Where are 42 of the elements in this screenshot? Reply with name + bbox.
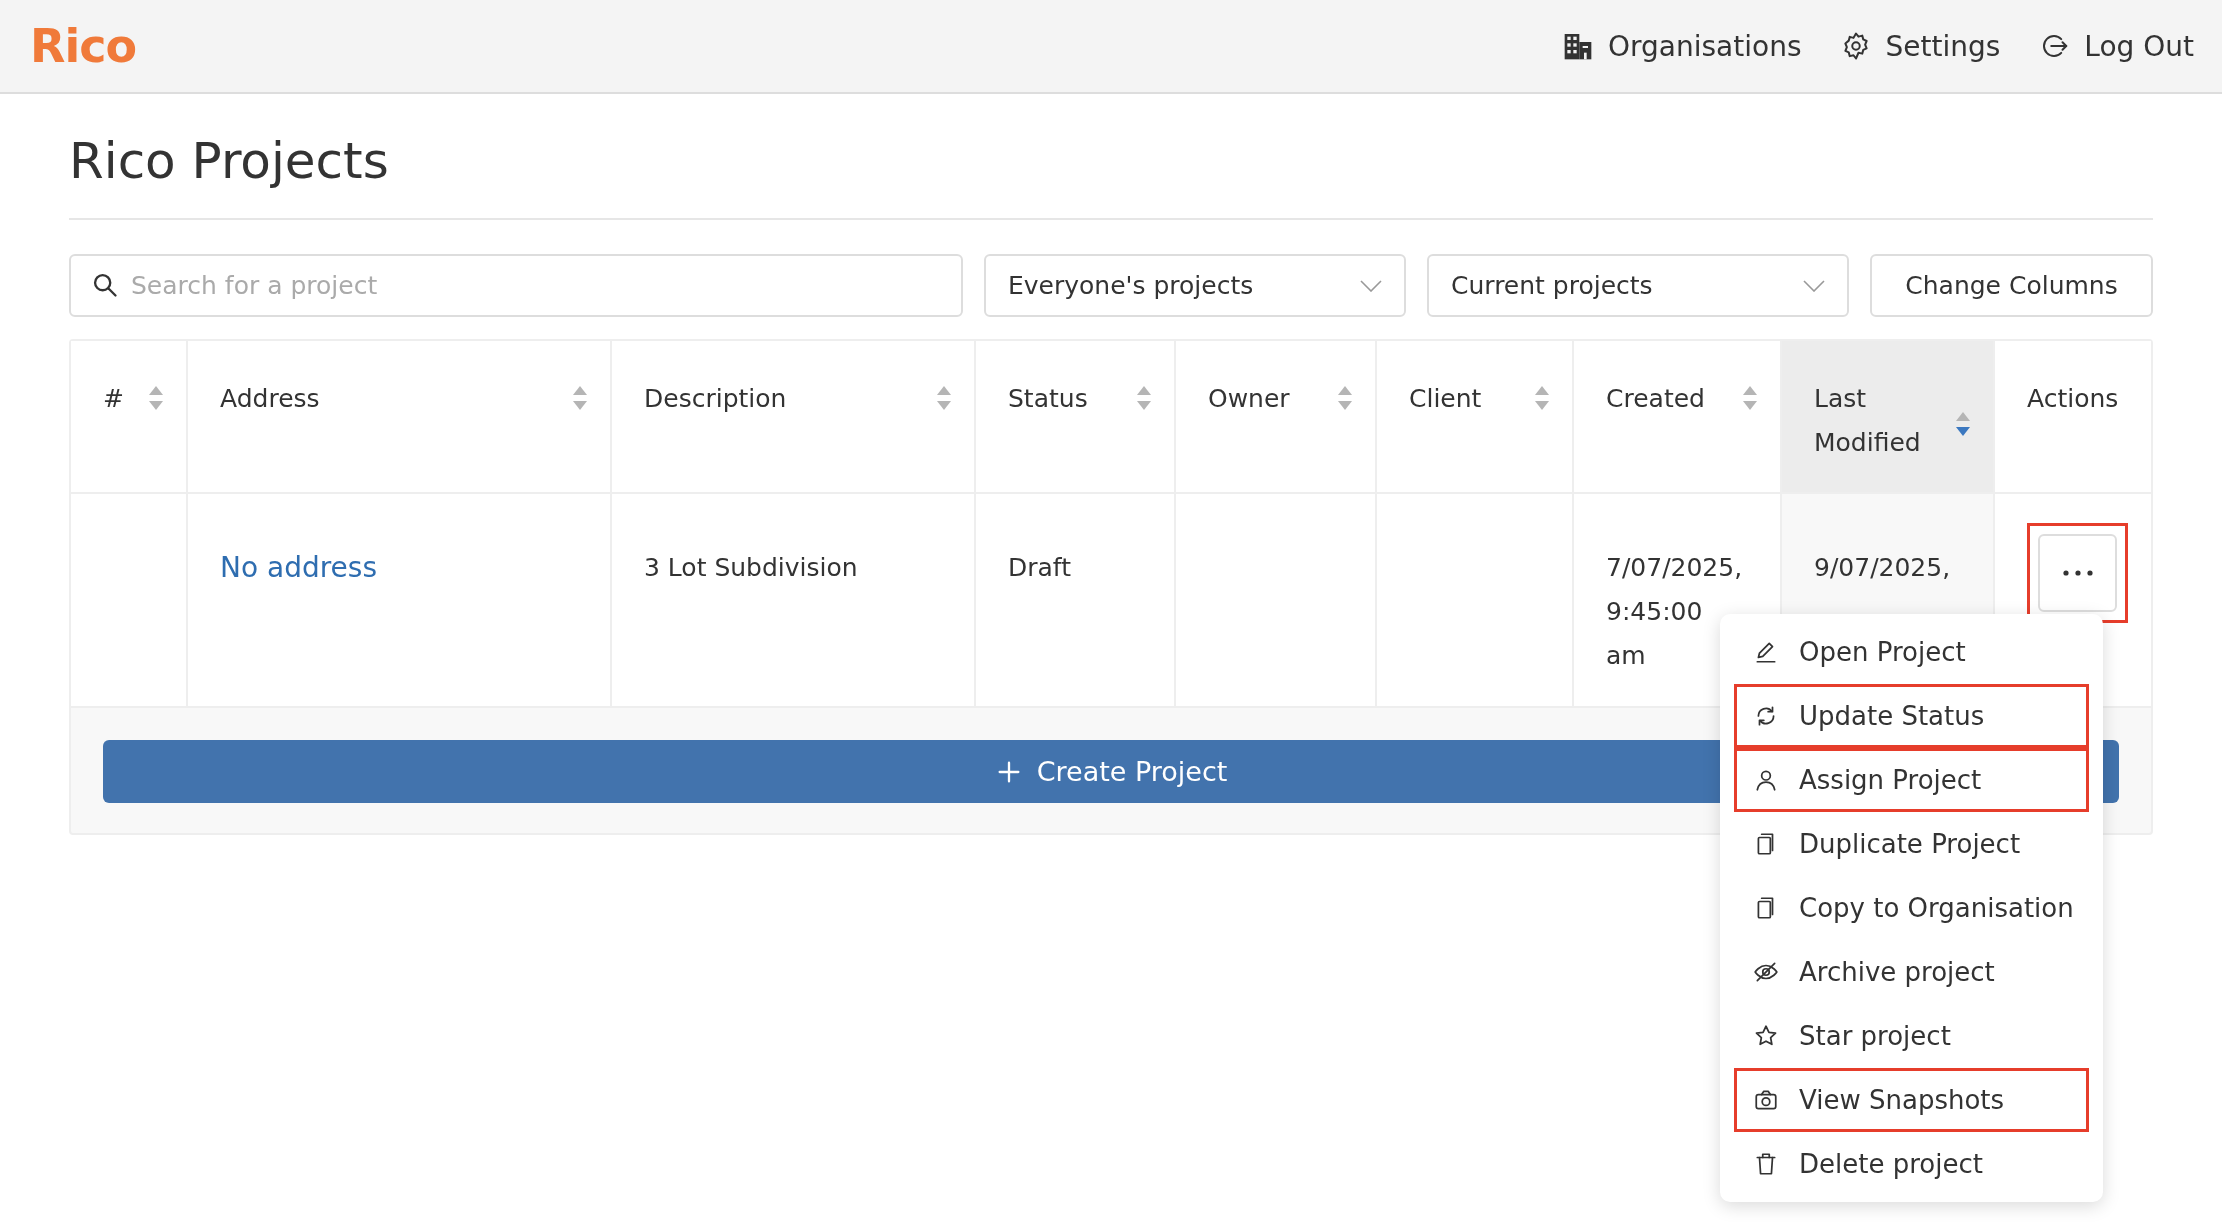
search-field[interactable]: Search for a project	[69, 254, 963, 317]
filter-dropdown[interactable]: Current projects	[1427, 254, 1849, 317]
column-header[interactable]: Address	[187, 341, 611, 493]
column-header[interactable]: Status	[975, 341, 1175, 493]
eye-slash-icon	[1753, 959, 1779, 985]
more-button[interactable]	[2038, 534, 2117, 612]
sort-icon[interactable]	[1136, 385, 1152, 411]
nav-link[interactable]: Settings	[1841, 29, 2001, 63]
sort-icon[interactable]	[148, 385, 164, 411]
filter-dropdown[interactable]: Everyone's projects	[984, 254, 1406, 317]
menu-item[interactable]: Archive project	[1734, 940, 2089, 1004]
address-link[interactable]: No address	[220, 551, 377, 584]
menu-item[interactable]: Update Status	[1734, 684, 2089, 748]
menu-item[interactable]: Delete project	[1734, 1132, 2089, 1196]
sort-icon[interactable]	[936, 385, 952, 411]
column-header[interactable]: Last Modified	[1781, 341, 1994, 493]
menu-item[interactable]: Copy to Organisation	[1734, 876, 2089, 940]
table-cell: Draft	[975, 493, 1175, 707]
table-cell: 3 Lot Subdivision	[611, 493, 975, 707]
trash-icon	[1753, 1151, 1779, 1177]
chevron-down-icon	[1803, 279, 1825, 292]
sort-icon[interactable]	[572, 385, 588, 411]
nav-link[interactable]: Organisations	[1562, 29, 1802, 63]
menu-item[interactable]: Assign Project	[1734, 748, 2089, 812]
ellipsis-icon	[2062, 570, 2093, 576]
menu-item[interactable]: View Snapshots	[1734, 1068, 2089, 1132]
sort-icon[interactable]	[1534, 385, 1550, 411]
column-header[interactable]: Actions	[1994, 341, 2151, 493]
column-header[interactable]: Owner	[1175, 341, 1376, 493]
sort-descending-icon[interactable]	[1955, 411, 1971, 437]
page-title: Rico Projects	[69, 94, 2153, 220]
nav-link[interactable]: Log Out	[2040, 29, 2194, 63]
camera-icon	[1753, 1087, 1779, 1113]
column-header[interactable]: Client	[1376, 341, 1573, 493]
column-header[interactable]: Description	[611, 341, 975, 493]
sort-icon[interactable]	[1742, 385, 1758, 411]
sort-icon[interactable]	[1337, 385, 1353, 411]
chevron-down-icon	[1360, 279, 1382, 292]
menu-item[interactable]: Star project	[1734, 1004, 2089, 1068]
change-columns-button[interactable]: Change Columns	[1870, 254, 2153, 317]
column-header[interactable]: #	[71, 341, 187, 493]
menu-item[interactable]: Duplicate Project	[1734, 812, 2089, 876]
